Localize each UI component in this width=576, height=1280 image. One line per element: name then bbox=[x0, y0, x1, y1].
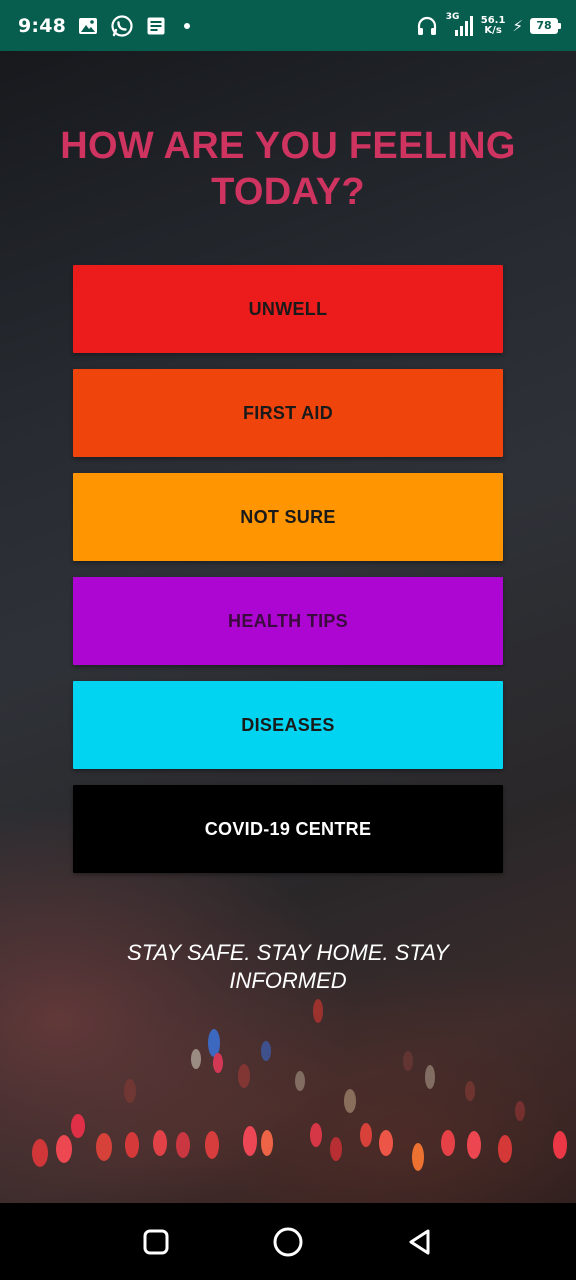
recents-square-icon[interactable] bbox=[132, 1218, 180, 1266]
network-speed: 56.1 K/s bbox=[480, 14, 506, 36]
status-right-group: 3G 56.1 K/s ⚡ 78 bbox=[415, 11, 561, 38]
headphones-icon bbox=[415, 14, 439, 38]
battery-level: 78 bbox=[536, 19, 552, 32]
diseases-button[interactable]: DISEASES bbox=[73, 681, 503, 769]
notification-dot bbox=[184, 22, 191, 29]
image-icon bbox=[76, 14, 100, 38]
page-title: HOW ARE YOU FEELING TODAY? bbox=[60, 125, 516, 213]
whatsapp-icon bbox=[110, 14, 134, 38]
main-screen: HOW ARE YOU FEELING TODAY? UNWELL FIRST … bbox=[0, 51, 576, 1203]
covid-19-centre-button[interactable]: COVID-19 CENTRE bbox=[73, 785, 503, 873]
message-icon bbox=[144, 14, 168, 38]
tagline: STAY SAFE. STAY HOME. STAY INFORMED bbox=[127, 940, 449, 993]
battery-icon: 78 bbox=[530, 17, 561, 34]
unwell-button[interactable]: UNWELL bbox=[73, 265, 503, 353]
not-sure-button[interactable]: NOT SURE bbox=[73, 473, 503, 561]
speed-unit: K/s bbox=[484, 24, 502, 36]
status-left-group: 9:48 bbox=[18, 14, 191, 38]
home-circle-icon[interactable] bbox=[264, 1218, 312, 1266]
speed-value: 56.1 bbox=[480, 14, 506, 26]
status-bar: 9:48 3G 56.1 K/s ⚡ 78 bbox=[0, 0, 576, 51]
health-tips-button[interactable]: HEALTH TIPS bbox=[73, 577, 503, 665]
signal-icon: 3G bbox=[445, 11, 474, 38]
first-aid-button[interactable]: FIRST AID bbox=[73, 369, 503, 457]
main-menu: UNWELL FIRST AID NOT SURE HEALTH TIPS DI… bbox=[73, 265, 503, 873]
back-triangle-icon[interactable] bbox=[396, 1218, 444, 1266]
status-time: 9:48 bbox=[18, 14, 67, 37]
charging-icon: ⚡ bbox=[512, 16, 523, 35]
navigation-bar bbox=[0, 1203, 576, 1280]
network-type: 3G bbox=[445, 11, 460, 22]
